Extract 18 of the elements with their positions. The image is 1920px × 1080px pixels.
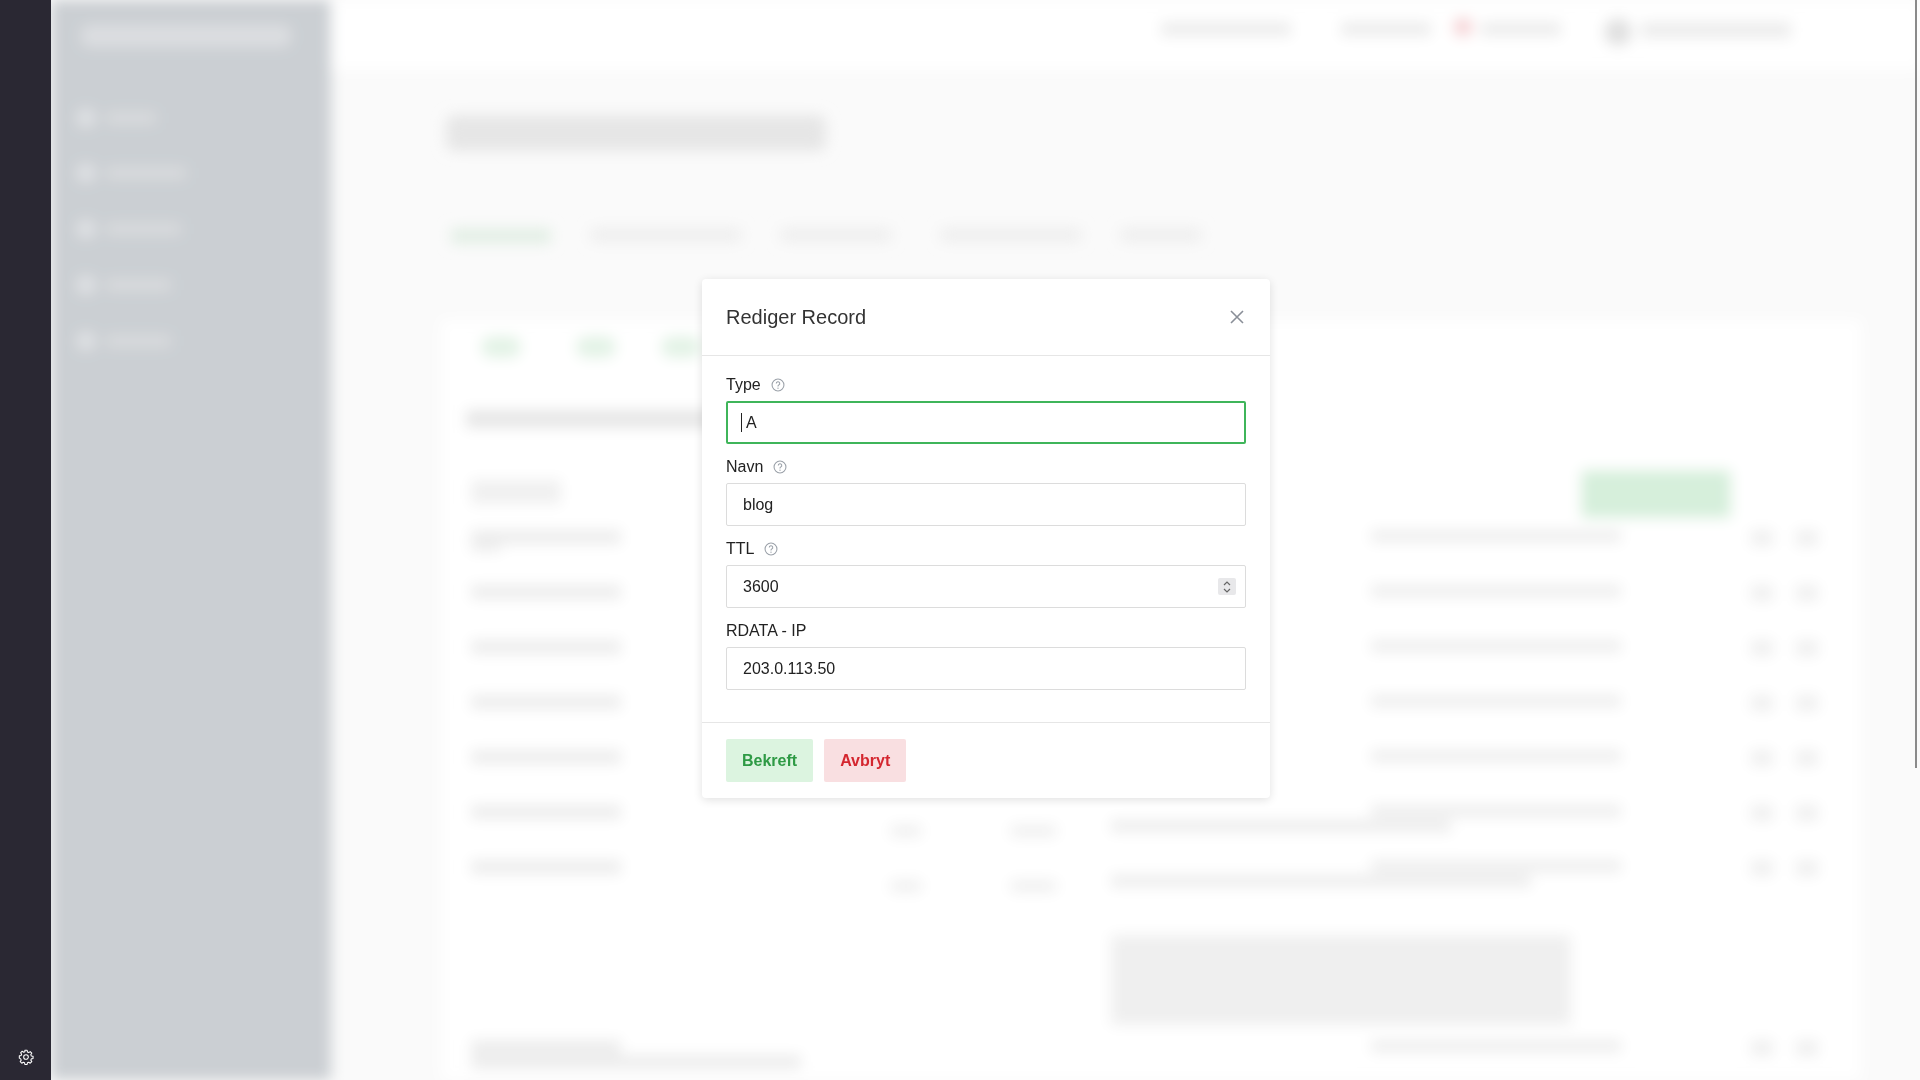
input-field[interactable]: 3600 [726, 565, 1246, 608]
help-icon[interactable] [764, 542, 779, 556]
dialog-title: Rediger Record [726, 305, 867, 329]
text-cursor [741, 413, 742, 432]
help-icon[interactable] [770, 378, 785, 392]
field-label: RDATA - IP [726, 622, 807, 640]
field-label: Type [726, 376, 761, 394]
input-field[interactable]: blog [726, 483, 1246, 526]
input-field[interactable]: 203.0.113.50 [726, 647, 1246, 690]
close-icon[interactable] [1230, 310, 1244, 324]
field-label: TTL [726, 540, 755, 558]
scrollbar-thumb[interactable] [1915, 0, 1917, 768]
cancel-button[interactable]: Avbryt [824, 739, 907, 782]
input-field[interactable]: A [726, 401, 1246, 444]
spinner-icon[interactable] [1218, 578, 1236, 595]
field-label: Navn [726, 458, 764, 476]
settings-icon[interactable] [17, 1049, 34, 1065]
help-icon[interactable] [773, 460, 788, 474]
